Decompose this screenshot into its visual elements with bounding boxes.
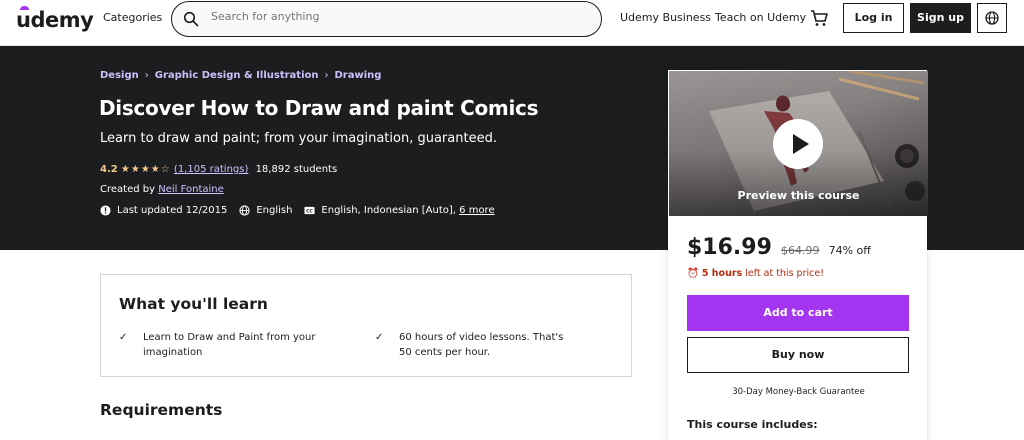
search-input[interactable] — [211, 10, 581, 23]
rating-value: 4.2 — [100, 164, 118, 175]
course-meta-row: Last updated 12/2015 English CC English,… — [100, 205, 507, 216]
course-includes-title: This course includes: — [687, 418, 818, 431]
breadcrumb-drawing[interactable]: Drawing — [334, 70, 381, 81]
globe-icon — [239, 205, 250, 216]
more-captions-link[interactable]: 6 more — [459, 205, 494, 216]
last-updated: Last updated 12/2015 — [100, 205, 227, 216]
buy-now-button[interactable]: Buy now — [687, 337, 909, 373]
course-preview-video[interactable]: Preview this course — [669, 71, 928, 216]
learn-item-text: Learn to Draw and Paint from your imagin… — [143, 332, 316, 358]
chevron-right-icon: › — [144, 70, 149, 81]
login-button[interactable]: Log in — [843, 3, 904, 33]
svg-text:CC: CC — [307, 209, 314, 215]
breadcrumb-graphic-design[interactable]: Graphic Design & Illustration — [155, 70, 319, 81]
course-title: Discover How to Draw and paint Comics — [99, 96, 539, 120]
checkmark-icon: ✓ — [119, 332, 128, 343]
teach-on-udemy-link[interactable]: Teach on Udemy — [715, 11, 806, 24]
created-by-row: Created by Neil Fontaine — [100, 184, 224, 195]
created-by-label: Created by — [100, 184, 156, 195]
price-row: $16.99 $64.99 74% off — [687, 235, 871, 260]
purchase-card: Preview this course $16.99 $64.99 74% of… — [668, 70, 928, 440]
learn-title: What you'll learn — [119, 295, 268, 313]
students-count: 18,892 students — [255, 164, 338, 175]
rating-row: 4.2 ★★★★☆ (1,105 ratings) 18,892 student… — [100, 164, 337, 175]
current-price: $16.99 — [687, 235, 772, 260]
checkmark-icon: ✓ — [375, 332, 384, 343]
language-button[interactable] — [977, 3, 1007, 33]
chevron-right-icon: › — [324, 70, 329, 81]
signup-button[interactable]: Sign up — [910, 3, 971, 33]
language-info: English — [239, 205, 292, 216]
search-bar[interactable] — [171, 1, 602, 37]
globe-icon — [985, 11, 999, 25]
play-button[interactable] — [773, 119, 823, 169]
requirements-title: Requirements — [100, 401, 223, 419]
discount-percent: 74% off — [828, 244, 871, 257]
preview-label: Preview this course — [737, 189, 860, 202]
what-youll-learn-box: What you'll learn ✓ Learn to Draw and Pa… — [100, 274, 632, 377]
price-timer: ⏰ 5 hours left at this price! — [687, 268, 824, 279]
ratings-count-link[interactable]: (1,105 ratings) — [174, 164, 248, 175]
original-price: $64.99 — [781, 244, 820, 257]
money-back-guarantee: 30-Day Money-Back Guarantee — [732, 387, 865, 397]
breadcrumb: Design › Graphic Design & Illustration › Dra… — [100, 70, 381, 81]
last-updated-text: Last updated 12/2015 — [117, 205, 228, 216]
play-icon — [793, 134, 809, 154]
star-rating-icon: ★★★★☆ — [120, 164, 171, 175]
language-text: English — [256, 205, 293, 216]
course-subtitle: Learn to draw and paint; from your imagi… — [100, 131, 497, 146]
alert-badge-icon — [100, 205, 111, 216]
udemy-business-link[interactable]: Udemy Business — [620, 11, 711, 24]
captions-text: English, Indonesian [Auto], — [321, 205, 456, 216]
search-icon[interactable] — [183, 11, 199, 27]
timer-text: left at this price! — [745, 268, 824, 279]
top-navigation-bar: udemy Categories Udemy Business Teach on… — [0, 0, 1024, 46]
cart-icon[interactable] — [809, 8, 829, 28]
add-to-cart-button[interactable]: Add to cart — [687, 295, 909, 331]
categories-link[interactable]: Categories — [103, 11, 162, 24]
timer-hours: 5 hours — [701, 268, 743, 279]
breadcrumb-design[interactable]: Design — [100, 70, 139, 81]
udemy-logo[interactable]: udemy — [16, 8, 94, 32]
learn-item-text: 60 hours of video lessons. That's 50 cen… — [399, 332, 564, 358]
closed-captions-icon: CC — [304, 206, 315, 215]
instructor-link[interactable]: Neil Fontaine — [158, 184, 224, 195]
alarm-clock-icon: ⏰ — [687, 268, 699, 279]
captions-info: CC English, Indonesian [Auto], 6 more — [304, 205, 495, 216]
